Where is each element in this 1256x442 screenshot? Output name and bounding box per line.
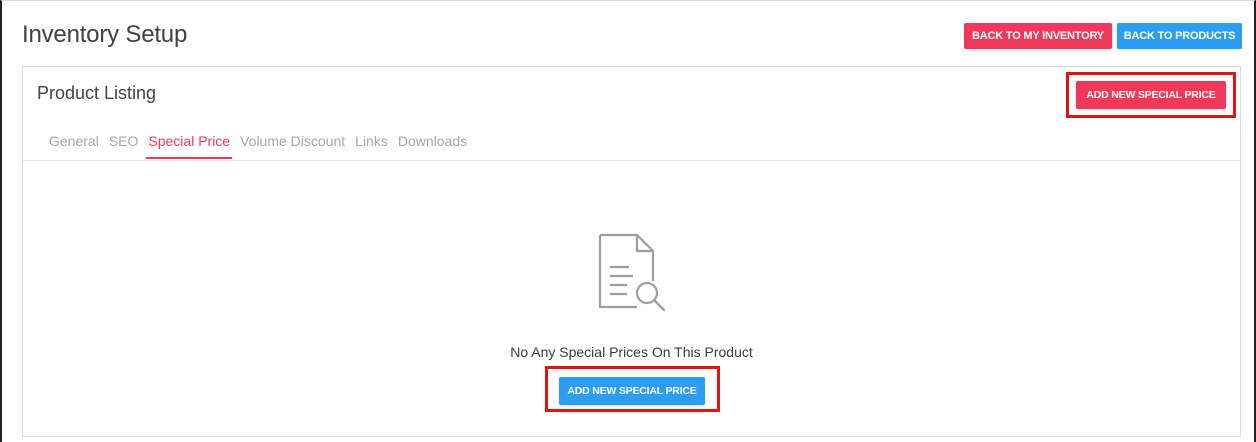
back-to-products-button[interactable]: BACK TO PRODUCTS bbox=[1117, 23, 1242, 49]
tab-bar: General SEO Special Price Volume Discoun… bbox=[49, 131, 477, 159]
empty-state-message: No Any Special Prices On This Product bbox=[510, 344, 753, 360]
tab-downloads[interactable]: Downloads bbox=[398, 131, 467, 159]
card-header: Product Listing ADD NEW SPECIAL PRICE Ge… bbox=[23, 67, 1240, 161]
tab-links[interactable]: Links bbox=[355, 131, 388, 159]
tab-seo[interactable]: SEO bbox=[109, 131, 139, 159]
document-search-icon bbox=[598, 233, 666, 312]
tab-volume-discount[interactable]: Volume Discount bbox=[240, 131, 345, 159]
empty-state: No Any Special Prices On This Product AD… bbox=[23, 160, 1240, 436]
card-title: Product Listing bbox=[37, 83, 157, 103]
tab-general[interactable]: General bbox=[49, 131, 99, 159]
tab-special-price[interactable]: Special Price bbox=[146, 131, 232, 159]
page-title: Inventory Setup bbox=[22, 21, 188, 48]
back-to-my-inventory-button[interactable]: BACK TO MY INVENTORY bbox=[964, 23, 1112, 49]
add-new-special-price-button-bottom[interactable]: ADD NEW SPECIAL PRICE bbox=[559, 377, 705, 405]
product-listing-card: Product Listing ADD NEW SPECIAL PRICE Ge… bbox=[22, 66, 1241, 437]
add-new-special-price-button-top[interactable]: ADD NEW SPECIAL PRICE bbox=[1076, 81, 1226, 109]
